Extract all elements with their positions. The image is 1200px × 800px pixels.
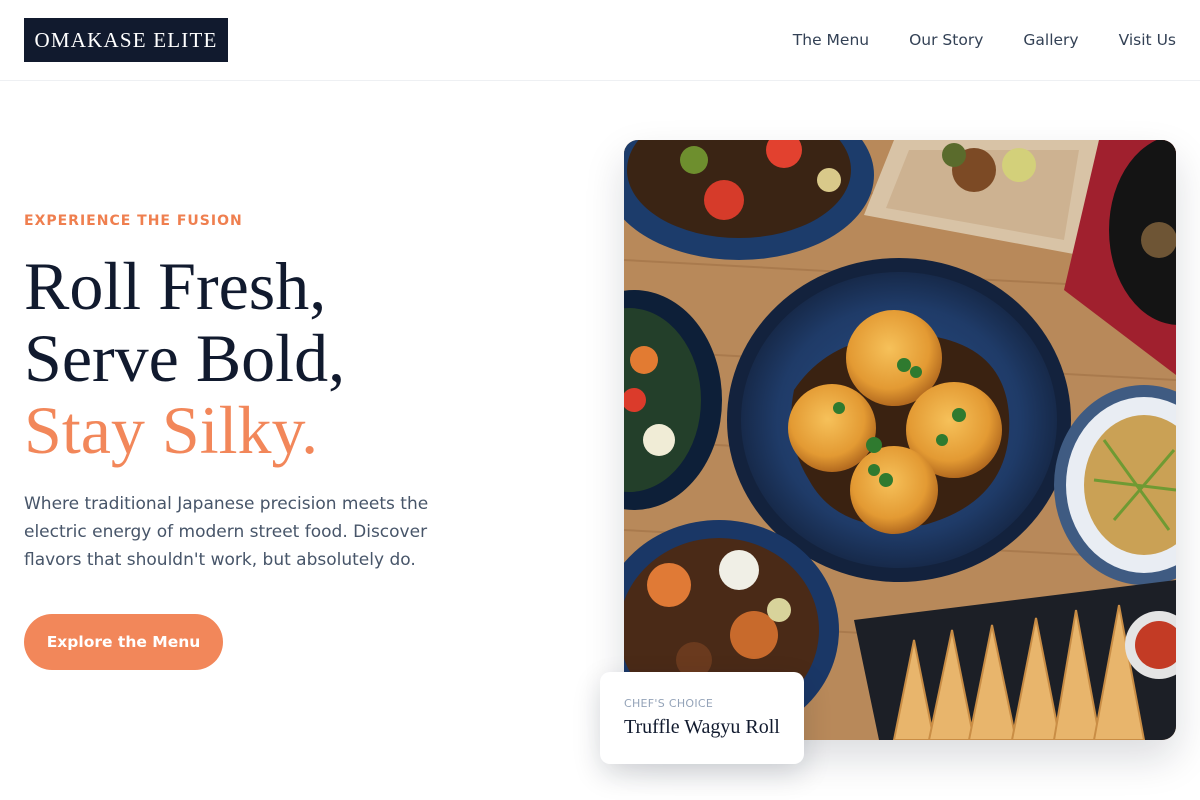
card-title: Truffle Wagyu Roll xyxy=(624,716,780,738)
nav-link-visit[interactable]: Visit Us xyxy=(1119,31,1176,49)
chefs-choice-card[interactable]: CHEF'S CHOICE Truffle Wagyu Roll xyxy=(600,672,804,764)
nav-link-story[interactable]: Our Story xyxy=(909,31,983,49)
nav-link-gallery[interactable]: Gallery xyxy=(1023,31,1078,49)
main-nav: The Menu Our Story Gallery Visit Us xyxy=(793,0,1176,80)
headline-accent: Stay Silky. xyxy=(24,392,319,468)
hero-eyebrow: EXPERIENCE THE FUSION xyxy=(24,213,243,229)
headline-line-2: Serve Bold, xyxy=(24,320,346,396)
nav-link-menu[interactable]: The Menu xyxy=(793,31,869,49)
brand-logo[interactable]: OMAKASE ELITE xyxy=(24,18,228,62)
hero-food-image xyxy=(624,140,1176,740)
hero-headline: Roll Fresh, Serve Bold, Stay Silky. xyxy=(24,250,345,466)
headline-line-1: Roll Fresh, xyxy=(24,248,327,324)
food-spread-illustration xyxy=(624,140,1176,740)
hero-description: Where traditional Japanese precision mee… xyxy=(24,494,429,570)
card-kicker: CHEF'S CHOICE xyxy=(624,697,714,710)
site-header: OMAKASE ELITE The Menu Our Story Gallery… xyxy=(0,0,1200,81)
explore-menu-button[interactable]: Explore the Menu xyxy=(24,614,223,670)
